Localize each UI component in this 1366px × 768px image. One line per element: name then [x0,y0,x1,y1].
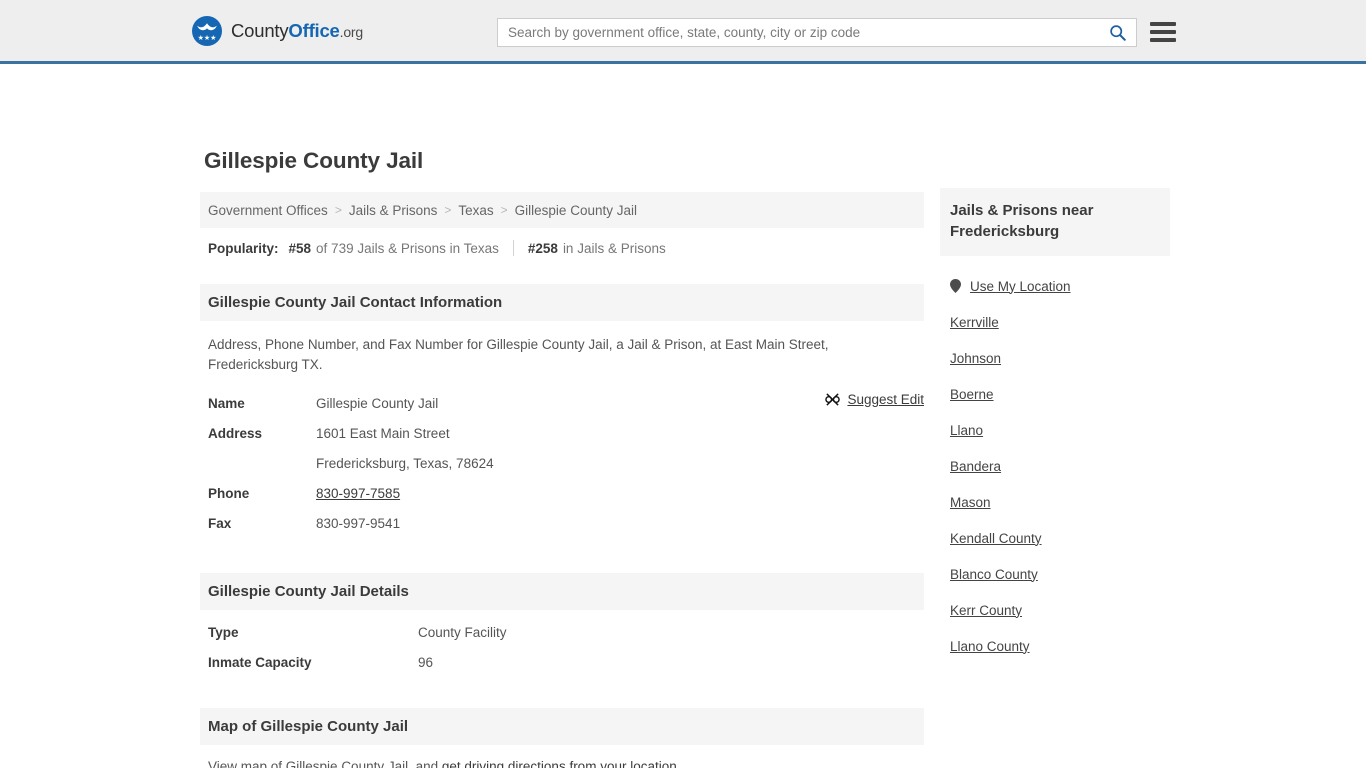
suggest-edit-label: Suggest Edit [847,392,924,407]
map-section-header: Map of Gillespie County Jail [200,708,924,745]
popularity-row: Popularity: #58 of 739 Jails & Prisons i… [200,228,924,268]
detail-key-type: Type [208,625,239,640]
logo-wordmark: CountyOffice.org [231,20,363,42]
site-header: ★★★ CountyOffice.org [0,0,1366,64]
search-bar [497,18,1137,47]
sidebar-item-johnson[interactable]: Johnson [940,340,1170,376]
map-intro-suffix: . [676,759,681,768]
sidebar-item-kerr-county[interactable]: Kerr County [940,592,1170,628]
contact-key-fax: Fax [208,516,232,531]
logo-org-text: .org [339,23,364,40]
sidebar-item-mason[interactable]: Mason [940,484,1170,520]
contact-description: Address, Phone Number, and Fax Number fo… [208,337,829,372]
search-button[interactable] [1098,19,1136,46]
hamburger-bar [1150,38,1176,42]
sidebar-link[interactable]: Boerne [950,387,994,402]
sidebar-item-kendall-county[interactable]: Kendall County [940,520,1170,556]
sidebar-item-llano[interactable]: Llano [940,412,1170,448]
sidebar-link[interactable]: Bandera [950,459,1001,474]
sidebar-item-use-my-location[interactable]: Use My Location [940,268,1170,304]
sidebar-item-kerrville[interactable]: Kerrville [940,304,1170,340]
breadcrumb-item-texas[interactable]: Texas [458,203,493,218]
location-pin-icon [950,279,961,293]
contact-key-address: Address [208,426,263,441]
breadcrumb-separator: > [334,203,342,217]
sidebar-link[interactable]: Blanco County [950,567,1038,582]
contact-row-address: Address 1601 East Main Street [208,419,916,449]
detail-value-type: County Facility [418,625,507,640]
main-content: Gillespie County Jail Government Offices… [200,148,924,768]
sidebar-link[interactable]: Kerr County [950,603,1022,618]
site-logo[interactable]: ★★★ CountyOffice.org [192,15,363,46]
sidebar-link[interactable]: Kerrville [950,315,999,330]
contact-value-phone: 830-997-7585 [316,479,400,509]
detail-key-inmate-capacity: Inmate Capacity [208,655,312,670]
sidebar-item-blanco-county[interactable]: Blanco County [940,556,1170,592]
contact-value-name: Gillespie County Jail [316,396,439,411]
page-title: Gillespie County Jail [204,148,424,173]
eagle-seal-icon: ★★★ [192,15,222,46]
popularity-state-rest: of 739 Jails & Prisons in Texas [316,240,499,256]
hamburger-menu-icon[interactable] [1150,18,1176,46]
contact-row-fax: Fax 830-997-9541 [208,509,916,539]
map-intro-text: View map of Gillespie County Jail, and g… [200,745,924,768]
eagle-wings-glyph [197,22,217,30]
details-table: Type County Facility Inmate Capacity 96 [200,610,924,678]
search-icon [1109,25,1126,41]
suggest-edit-button[interactable]: Suggest Edit [825,392,924,407]
breadcrumb-separator: > [500,203,508,217]
sidebar-link[interactable]: Llano County [950,639,1030,654]
detail-value-inmate-capacity: 96 [418,655,434,670]
sidebar-list: Use My Location Kerrville Johnson Boerne… [940,268,1170,664]
detail-row-inmate-capacity: Inmate Capacity 96 [200,648,924,678]
contact-value-address-citystatezip: Fredericksburg, Texas, 78624 [316,456,494,471]
contact-value-address-street: 1601 East Main Street [316,426,450,441]
breadcrumb-item-current: Gillespie County Jail [514,202,637,218]
sidebar: Jails & Prisons near Fredericksburg Use … [940,188,1170,664]
popularity-state-rank: #58 [288,240,312,256]
sidebar-item-llano-county[interactable]: Llano County [940,628,1170,664]
sidebar-link[interactable]: Llano [950,423,983,438]
sidebar-link[interactable]: Kendall County [950,531,1042,546]
popularity-divider [512,240,514,256]
sidebar-heading: Jails & Prisons near Fredericksburg [940,188,1170,256]
contact-value-fax: 830-997-9541 [316,516,401,531]
contact-row-name: Name Gillespie County Jail [208,389,916,419]
popularity-label: Popularity: [208,240,279,256]
logo-office-text: Office [288,19,340,41]
use-my-location-link[interactable]: Use My Location [970,279,1071,294]
search-input[interactable] [498,19,1098,46]
breadcrumb-separator: > [444,203,452,217]
details-section-header: Gillespie County Jail Details [200,573,924,610]
breadcrumb-item-jails-prisons[interactable]: Jails & Prisons [349,203,438,218]
suggest-edit-icon [825,393,841,406]
sidebar-item-bandera[interactable]: Bandera [940,448,1170,484]
contact-row-address-line2: Fredericksburg, Texas, 78624 [208,449,916,479]
contact-info-table: Suggest Edit Name Gillespie County Jail … [200,383,924,539]
contact-row-phone: Phone 830-997-7585 [208,479,916,509]
sidebar-link[interactable]: Johnson [950,351,1001,366]
logo-county-text: County [231,19,289,41]
map-intro-prefix: View map of Gillespie County Jail, and [208,759,442,768]
breadcrumb-item-government-offices[interactable]: Government Offices [208,203,328,218]
phone-link[interactable]: 830-997-7585 [316,486,400,501]
sidebar-link[interactable]: Mason [950,495,991,510]
breadcrumb: Government Offices > Jails & Prisons > T… [200,192,924,228]
hamburger-bar [1150,22,1176,26]
three-stars-glyph: ★★★ [197,34,217,42]
popularity-overall-rest: in Jails & Prisons [562,240,666,256]
driving-directions-link[interactable]: get driving directions from your locatio… [442,759,677,768]
popularity-overall-rank: #258 [527,240,558,256]
hamburger-bar [1150,30,1176,34]
sidebar-item-boerne[interactable]: Boerne [940,376,1170,412]
contact-section-header: Gillespie County Jail Contact Informatio… [200,284,924,321]
contact-key-phone: Phone [208,486,250,501]
detail-row-type: Type County Facility [200,618,924,648]
contact-key-name: Name [208,396,245,411]
